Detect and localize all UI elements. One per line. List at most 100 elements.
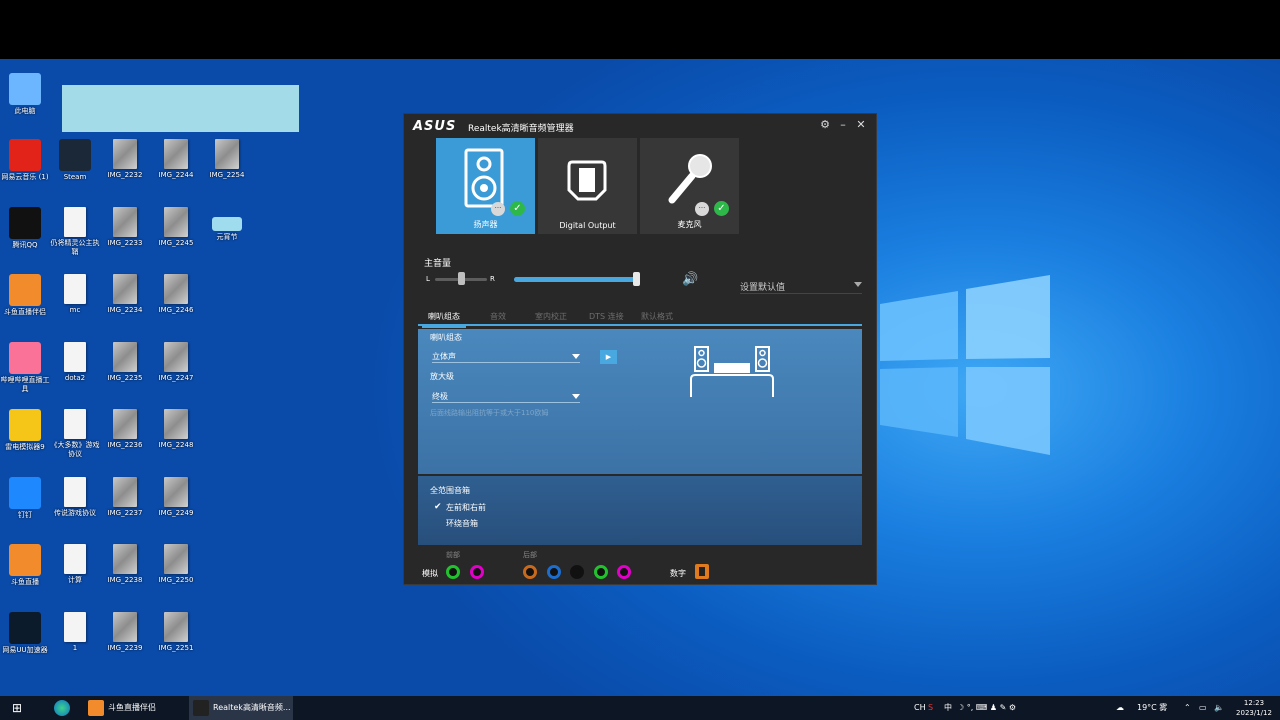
desktop-icon-img-2251[interactable]: IMG_2251 <box>151 612 201 674</box>
rear-orange-jack[interactable] <box>523 565 537 579</box>
desktop-icon-label: IMG_2233 <box>107 239 143 247</box>
speaker-icon <box>464 148 504 208</box>
digital-label: 数字 <box>670 569 686 578</box>
start-button[interactable]: ⊞ <box>6 696 28 720</box>
gear-icon[interactable]: ⚙ <box>818 118 832 132</box>
edge-icon[interactable] <box>52 696 76 720</box>
rear-pink-jack[interactable] <box>617 565 631 579</box>
network-icon[interactable]: ▭ <box>1199 696 1207 720</box>
volume-fill <box>514 277 636 282</box>
rear-black-jack[interactable] <box>570 565 584 579</box>
tab-dts-connect[interactable]: DTS 连接 <box>589 311 624 322</box>
desktop-icon-img-2249[interactable]: IMG_2249 <box>151 477 201 539</box>
desktop-icon-img-2247[interactable]: IMG_2247 <box>151 342 201 404</box>
desktop-icon-netease-music[interactable]: 网易云音乐 (1) <box>0 139 50 201</box>
clock[interactable]: 12:23 2023/1/12 <box>1232 698 1276 718</box>
rear-blue-jack[interactable] <box>547 565 561 579</box>
desktop-icon-img-2246[interactable]: IMG_2246 <box>151 274 201 336</box>
desktop-icon-label: IMG_2236 <box>107 441 143 449</box>
desktop-icon-douyu-companion[interactable]: 斗鱼直播伴侣 <box>0 274 50 336</box>
desktop-icon-douyu-live[interactable]: 斗鱼直播 <box>0 544 50 606</box>
desktop-icon-doc-agreement[interactable]: 《大多数》游戏协议 <box>50 409 100 471</box>
desktop-icon-img-2245[interactable]: IMG_2245 <box>151 207 201 269</box>
desktop-icon-ldplayer[interactable]: 雷电模拟器9 <box>0 409 50 471</box>
close-button[interactable]: ✕ <box>854 118 868 132</box>
sogou-icon[interactable]: S <box>928 696 933 720</box>
main-volume-label: 主音量 <box>424 259 452 269</box>
desktop-icon-label: 哔哩哔哩直播工具 <box>0 376 50 393</box>
desktop-icon-doc-dota2[interactable]: dota2 <box>50 342 100 404</box>
desktop-icon-doc-1[interactable]: 仍将精灵公主执鞘 <box>50 207 100 269</box>
desktop-icon-img-2236[interactable]: IMG_2236 <box>100 409 150 471</box>
desktop-icon-doc-mc[interactable]: mc <box>50 274 100 336</box>
desktop-icon-bilibili-live[interactable]: 哔哩哔哩直播工具 <box>0 342 50 404</box>
front-pink-jack[interactable] <box>470 565 484 579</box>
img-2233-icon <box>113 207 137 237</box>
minimize-button[interactable]: – <box>836 118 850 132</box>
taskbar-realtek[interactable]: Realtek高清晰音频... <box>189 696 293 720</box>
ime-chinese-mode[interactable]: 中 <box>944 696 952 720</box>
desktop-icon-label: 传说游戏协议 <box>54 509 96 517</box>
device-speaker[interactable]: ··· ✓ 扬声器 <box>436 138 535 234</box>
desktop-icon-qq[interactable]: 腾讯QQ <box>0 207 50 269</box>
volume-icon[interactable]: 🔊 <box>682 272 698 287</box>
play-test-button[interactable]: ▶ <box>600 350 617 364</box>
tab-room-correction[interactable]: 室内校正 <box>535 311 567 322</box>
realtek-audio-manager-window[interactable]: ASUS Realtek高清晰音频管理器 ⚙ – ✕ ··· ✓ 扬声器 Dig… <box>403 113 877 585</box>
desktop-icon-this-pc[interactable]: 此电脑 <box>0 73 50 135</box>
device-digital-output[interactable]: Digital Output <box>538 138 637 234</box>
tray-icons[interactable]: ☽ °, ⌨ ♟ ✎ ⚙ <box>957 696 1016 720</box>
speaker-config-dropdown[interactable]: 立体声 <box>432 351 580 363</box>
desktop-icon-img-2235[interactable]: IMG_2235 <box>100 342 150 404</box>
front-green-jack[interactable] <box>446 565 460 579</box>
desktop-icon-label: 腾讯QQ <box>12 241 38 249</box>
desktop-icon-img-2234[interactable]: IMG_2234 <box>100 274 150 336</box>
desktop-icon-doc-calc[interactable]: 计算 <box>50 544 100 606</box>
set-default-dropdown[interactable]: 设置默认值 <box>740 280 862 294</box>
surround-speakers-checkbox[interactable]: 环绕音箱 <box>434 518 478 529</box>
rear-green-jack[interactable] <box>594 565 608 579</box>
chat-bubble-icon: ··· <box>491 202 505 216</box>
img-2251-icon <box>164 612 188 642</box>
desktop-icon-doc-protocol[interactable]: 传说游戏协议 <box>50 477 100 539</box>
weather-text[interactable]: 19°C 雾 <box>1137 696 1167 720</box>
front-left-right-checkbox[interactable]: ✔ 左前和右前 <box>434 502 486 513</box>
desktop-icon-img-2244[interactable]: IMG_2244 <box>151 139 201 201</box>
tab-sound-effects[interactable]: 音效 <box>490 311 506 322</box>
desktop-icon-steam[interactable]: Steam <box>50 139 100 201</box>
tab-default-format[interactable]: 默认格式 <box>641 311 673 322</box>
optical-out-icon[interactable] <box>695 564 709 579</box>
desktop-icon-doc-1b[interactable]: 1 <box>50 612 100 674</box>
desktop-icon-label: Steam <box>63 173 87 181</box>
desktop-icon-img-2232[interactable]: IMG_2232 <box>100 139 150 201</box>
desktop-icon-dingtalk[interactable]: 钉钉 <box>0 477 50 539</box>
desktop-icon-img-2250[interactable]: IMG_2250 <box>151 544 201 606</box>
device-microphone[interactable]: ··· ✓ 麦克风 <box>640 138 739 234</box>
desktop-icon-img-2237[interactable]: IMG_2237 <box>100 477 150 539</box>
volume-slider-handle[interactable] <box>632 272 640 286</box>
weather-cloud-icon[interactable]: ☁ <box>1116 696 1124 720</box>
ime-indicator[interactable]: CH <box>914 696 926 720</box>
qq-icon <box>9 207 41 239</box>
volume-icon[interactable]: 🔈 <box>1214 696 1224 720</box>
desktop-icon-img-2233[interactable]: IMG_2233 <box>100 207 150 269</box>
desktop-icon-img-2239[interactable]: IMG_2239 <box>100 612 150 674</box>
desktop-icon-img-2238[interactable]: IMG_2238 <box>100 544 150 606</box>
desktop-icon-img-2254[interactable]: IMG_2254 <box>202 139 252 201</box>
desktop-icon-img-2248[interactable]: IMG_2248 <box>151 409 201 471</box>
stereo-speakers-illustration[interactable] <box>686 345 778 401</box>
desktop-icon-folder-yuanxiao[interactable]: 元宵节 <box>202 207 252 269</box>
asus-logo: ASUS <box>413 119 457 134</box>
title-bar[interactable]: ASUS Realtek高清晰音频管理器 ⚙ – ✕ <box>404 114 878 138</box>
amplifier-dropdown[interactable]: 终极 <box>432 391 580 403</box>
balance-slider-handle[interactable] <box>458 272 465 285</box>
taskbar-douyu[interactable]: 斗鱼直播伴侣 <box>84 696 184 720</box>
img-2247-icon <box>164 342 188 372</box>
clock-time: 12:23 <box>1243 699 1265 707</box>
main-volume-slider[interactable] <box>514 277 638 282</box>
chevron-up-icon[interactable]: ⌃ <box>1184 696 1191 720</box>
doc-1-icon <box>64 207 86 237</box>
img-2236-icon <box>113 409 137 439</box>
desktop-icon-uu-accelerator[interactable]: 网易UU加速器 <box>0 612 50 674</box>
tab-speaker-config[interactable]: 喇叭组态 <box>422 311 466 328</box>
